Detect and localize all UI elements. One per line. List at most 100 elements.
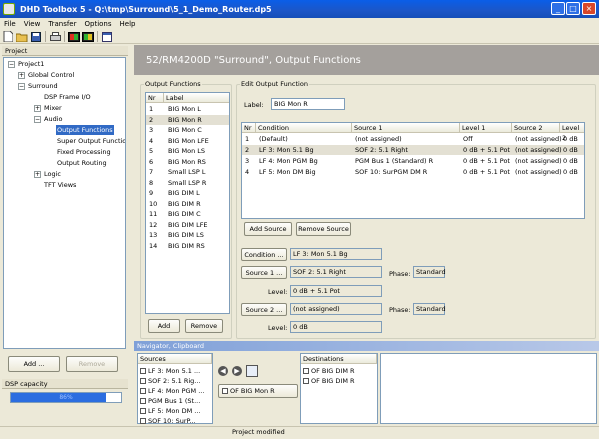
list-item[interactable]: LF 5: Mon DM ... xyxy=(140,406,212,416)
tree-item-surround[interactable]: Surround xyxy=(28,81,58,91)
col-header-source-2[interactable]: Source 2 xyxy=(512,123,560,133)
phase2-value: Standard xyxy=(413,303,446,315)
table-cell: 0 dB xyxy=(563,135,578,143)
dsp-capacity-title: DSP capacity xyxy=(2,379,128,389)
list-item[interactable]: SOF 10: SurP... xyxy=(140,416,212,426)
condition-button[interactable]: Condition ... xyxy=(241,248,287,261)
table-row[interactable]: 9 BIG DIM L xyxy=(146,188,229,198)
tree-item-tft-views[interactable]: TFT Views xyxy=(44,180,76,190)
tree-item-global-control[interactable]: Global Control xyxy=(28,70,74,80)
route-icon[interactable] xyxy=(246,365,258,377)
list-item[interactable]: PGM Bus 1 (St... xyxy=(140,396,212,406)
new-file-icon[interactable] xyxy=(2,31,14,43)
destinations-list[interactable]: Destinations OF BIG DIM R OF BIG DIM R xyxy=(300,353,378,424)
tree-item-audio[interactable]: Audio xyxy=(44,114,62,124)
list-item[interactable]: SOF 2: 5.1 Rig... xyxy=(140,376,212,386)
arrow-right-icon[interactable]: ▶ xyxy=(232,366,242,376)
project-tree[interactable]: − Project1 + Global Control − Surround D… xyxy=(3,57,126,349)
expand-icon[interactable]: + xyxy=(18,72,25,79)
add-project-item-button[interactable]: Add ... xyxy=(8,356,60,372)
tree-item-project1[interactable]: Project1 xyxy=(18,59,44,69)
collapse-icon[interactable]: − xyxy=(8,61,15,68)
tree-item-super-output-functions[interactable]: Super Output Functions xyxy=(57,136,125,146)
col-header-level-2[interactable]: Level 2 xyxy=(560,123,584,142)
collapse-icon[interactable]: − xyxy=(18,83,25,90)
add-output-function-button[interactable]: Add xyxy=(148,319,180,333)
table-row[interactable]: 2 BIG Mon R xyxy=(146,114,229,125)
table-row[interactable]: 3 LF 4: Mon PGM Bg PGM Bus 1 (Standard) R 0… xyxy=(242,156,584,166)
clipboard-area[interactable] xyxy=(380,353,597,424)
list-item-label: LF 5: Mon DM ... xyxy=(148,407,201,415)
menu-options[interactable]: Options xyxy=(81,20,116,28)
col-header-nr[interactable]: Nr xyxy=(242,123,256,133)
remove-project-item-button[interactable]: Remove xyxy=(66,356,118,372)
table-row[interactable]: 3 BIG Mon C xyxy=(146,125,229,135)
table-cell-nr: 2 xyxy=(149,115,154,124)
table-row[interactable]: 12 BIG DIM LFE xyxy=(146,220,229,230)
expand-icon[interactable]: + xyxy=(34,171,41,178)
table-row[interactable]: 7 Small LSP L xyxy=(146,167,229,177)
col-header-level-1[interactable]: Level 1 xyxy=(460,123,512,133)
list-item[interactable]: OF BIG DIM R xyxy=(303,376,377,386)
col-header-condition[interactable]: Condition xyxy=(256,123,352,133)
table-cell: (not assigned) xyxy=(515,135,562,143)
conditions-table[interactable]: Nr Condition Source 1 Level 1 Source 2 Level … xyxy=(241,122,585,219)
menu-help[interactable]: Help xyxy=(116,20,140,28)
label-input[interactable]: BIG Mon R xyxy=(271,98,345,110)
print-icon[interactable] xyxy=(49,31,61,43)
menu-transfer[interactable]: Transfer xyxy=(44,20,80,28)
open-folder-icon[interactable] xyxy=(16,31,28,43)
window-icon[interactable] xyxy=(101,31,113,43)
table-row[interactable]: 8 Small LSP R xyxy=(146,178,229,188)
table-row[interactable]: 11 BIG DIM C xyxy=(146,209,229,219)
table-row[interactable]: 4 LF 5: Mon DM Big SOF 10: SurPGM DM R 0 dB… xyxy=(242,167,584,177)
tree-item-output-routing[interactable]: Output Routing xyxy=(57,158,107,168)
list-item[interactable]: LF 3: Mon 5.1 ... xyxy=(140,366,212,376)
col-header-source-1[interactable]: Source 1 xyxy=(352,123,460,133)
upload-icon[interactable] xyxy=(82,31,94,43)
table-row[interactable]: 4 BIG Mon LFE xyxy=(146,136,229,146)
sources-list[interactable]: Sources LF 3: Mon 5.1 ... SOF 2: 5.1 Rig.… xyxy=(137,353,213,426)
col-header-nr[interactable]: Nr xyxy=(146,93,164,103)
list-item[interactable]: OF BIG DIM R xyxy=(303,366,377,376)
table-cell: (not assigned) xyxy=(515,157,562,165)
list-item[interactable]: LF 4: Mon PGM ... xyxy=(140,386,212,396)
source1-button[interactable]: Source 1 ... xyxy=(241,266,287,279)
download-icon[interactable] xyxy=(68,31,80,43)
output-function-drag-button[interactable]: OF BIG Mon R xyxy=(218,384,298,398)
expand-icon[interactable]: + xyxy=(34,105,41,112)
table-cell-nr: 5 xyxy=(149,147,154,155)
menu-view[interactable]: View xyxy=(20,20,45,28)
table-cell-label: BIG DIM LS xyxy=(168,231,204,239)
close-button[interactable]: × xyxy=(582,2,596,15)
table-row[interactable]: 6 BIG Mon RS xyxy=(146,157,229,167)
save-icon[interactable] xyxy=(30,31,42,43)
menu-file[interactable]: File xyxy=(0,20,20,28)
arrow-left-icon[interactable]: ◀ xyxy=(218,366,228,376)
list-item-label: LF 4: Mon PGM ... xyxy=(148,387,205,395)
table-row[interactable]: 5 BIG Mon LS xyxy=(146,146,229,156)
remove-output-function-button[interactable]: Remove xyxy=(185,319,223,333)
tree-item-logic[interactable]: Logic xyxy=(44,169,61,179)
tree-item-output-functions[interactable]: Output Functions xyxy=(56,125,114,135)
table-row[interactable]: 1 BIG Mon L xyxy=(146,104,229,114)
tree-item-mixer[interactable]: Mixer xyxy=(44,103,62,113)
list-item-label: LF 3: Mon 5.1 ... xyxy=(148,367,201,375)
output-functions-list[interactable]: Nr Label 1 BIG Mon L 2 BIG Mon R 3 BIG Mon C 4… xyxy=(145,92,230,314)
minimize-button[interactable]: _ xyxy=(551,2,565,15)
maximize-button[interactable]: □ xyxy=(566,2,580,15)
list-item-label: SOF 2: 5.1 Rig... xyxy=(148,377,201,385)
table-row[interactable]: 13 BIG DIM LS xyxy=(146,230,229,240)
table-row[interactable]: 10 BIG DIM R xyxy=(146,199,229,209)
tree-item-dsp-frame-io[interactable]: DSP Frame I/O xyxy=(44,92,91,102)
table-row[interactable]: 2 LF 3: Mon 5.1 Bg SOF 2: 5.1 Right 0 dB + … xyxy=(242,145,584,155)
table-row[interactable]: 1 (Default) (not assigned) Off (not assigned… xyxy=(242,134,584,144)
table-row[interactable]: 14 BIG DIM RS xyxy=(146,241,229,251)
add-source-button[interactable]: Add Source xyxy=(244,222,292,236)
source2-button[interactable]: Source 2 ... xyxy=(241,303,287,316)
collapse-icon[interactable]: − xyxy=(34,116,41,123)
output-icon xyxy=(222,388,228,394)
remove-source-button[interactable]: Remove Source xyxy=(296,222,351,236)
tree-item-fixed-processing[interactable]: Fixed Processing xyxy=(57,147,111,157)
col-header-label[interactable]: Label xyxy=(164,93,229,103)
